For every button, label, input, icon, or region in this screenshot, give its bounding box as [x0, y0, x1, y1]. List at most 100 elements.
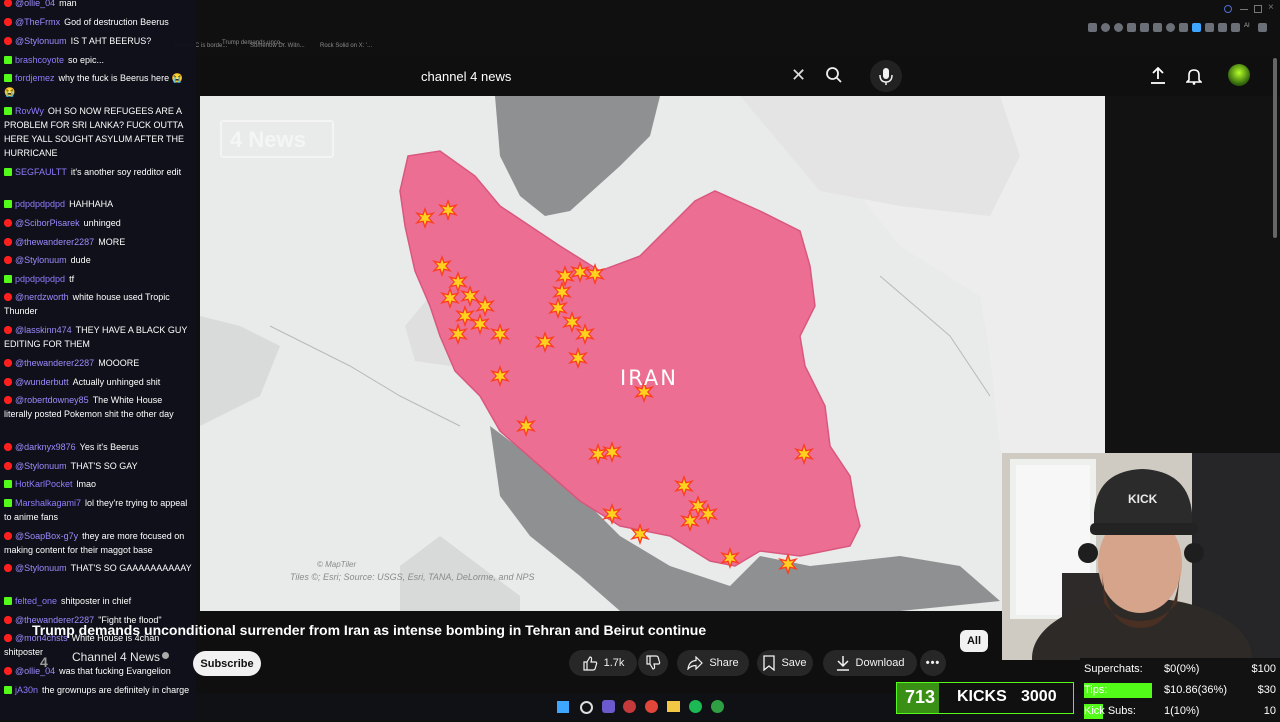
chat-username[interactable]: RovWy [15, 106, 44, 116]
subscribe-button[interactable]: Subscribe [193, 651, 261, 676]
close-window-icon[interactable]: × [1268, 2, 1274, 13]
extension-icon[interactable] [1192, 23, 1201, 32]
extension-icon[interactable] [1114, 23, 1123, 32]
youtube-badge-icon [4, 564, 12, 572]
chat-username[interactable]: @Stylonuum [15, 563, 67, 573]
chat-username[interactable]: @ollie_04 [15, 666, 55, 676]
scrollbar-thumb[interactable] [1273, 58, 1277, 238]
chat-username[interactable]: felted_one [15, 596, 57, 606]
chat-username[interactable]: @thewanderer2287 [15, 237, 94, 247]
filter-chip-all[interactable]: All [960, 630, 988, 652]
maximize-icon[interactable] [1254, 5, 1262, 13]
search-box[interactable]: ✕ [408, 60, 816, 92]
windows-start-icon[interactable] [557, 701, 569, 713]
chat-username[interactable]: Marshalkagami7 [15, 498, 81, 508]
video-pillarbox [1105, 96, 1280, 453]
notifications-bell-icon[interactable] [1185, 67, 1203, 90]
chat-text: God of destruction Beerus [64, 17, 169, 27]
chat-message: @TheFrmx God of destruction Beerus [4, 15, 192, 29]
chat-text: so epic... [68, 55, 105, 65]
chat-username[interactable]: @lasskinn474 [15, 325, 72, 335]
share-button[interactable]: Share [677, 650, 749, 676]
browser-tab[interactable]: Somehow Dr. Witn... [250, 43, 305, 49]
explosion-icon [490, 365, 510, 387]
chat-text: dude [70, 255, 91, 265]
explosion-icon [698, 503, 718, 525]
play-icon[interactable] [1153, 23, 1162, 32]
chat-username[interactable]: @SoapBox-g7y [15, 531, 78, 541]
chat-username[interactable]: @darknyx9876 [15, 442, 76, 452]
chat-username[interactable]: @TheFrmx [15, 17, 60, 27]
watermark-text: 4 News [230, 127, 306, 152]
chat-username[interactable]: @thewanderer2287 [15, 358, 94, 368]
channel-avatar[interactable]: 4 [40, 654, 52, 670]
youtube-badge-icon [4, 532, 12, 540]
chat-username[interactable]: jA30n [15, 685, 38, 695]
channel-name[interactable]: Channel 4 News [72, 650, 160, 664]
chat-message: fordjemez why the fuck is Beerus here 😭😭 [4, 71, 192, 99]
chat-text: shitposter in chief [61, 596, 132, 606]
youtube-badge-icon [4, 238, 12, 246]
menu-icon[interactable] [1258, 23, 1267, 32]
chat-username[interactable]: HotKarlPocket [15, 479, 73, 489]
more-actions-icon[interactable]: ••• [920, 650, 946, 676]
extension-icon[interactable] [1179, 23, 1188, 32]
file-explorer-icon[interactable] [667, 701, 680, 712]
dislike-button[interactable] [638, 650, 668, 676]
upload-icon[interactable] [1150, 66, 1166, 90]
map-attribution: Tiles ©; Esri; Source: USGS, Esri, TANA,… [290, 572, 535, 582]
search-icon[interactable] [825, 66, 843, 89]
ai-icon[interactable]: AI [1244, 23, 1253, 32]
clear-search-icon[interactable]: ✕ [791, 66, 806, 84]
kick-badge-icon [4, 275, 12, 283]
chat-username[interactable]: @Stylonuum [15, 255, 67, 265]
browser-tab[interactable]: Rock Solid on X: '... [320, 43, 372, 49]
puzzle-icon[interactable] [1218, 23, 1227, 32]
video-title: Trump demands unconditional surrender fr… [32, 622, 707, 638]
chat-message: felted_one shitposter in chief [4, 594, 192, 608]
chat-username[interactable]: brashcoyote [15, 55, 64, 65]
zoom-icon[interactable] [1088, 23, 1097, 32]
chat-username[interactable]: @nerdzworth [15, 292, 69, 302]
search-input[interactable] [408, 60, 768, 92]
kick-badge-icon [4, 499, 12, 507]
browser-icon[interactable] [623, 700, 636, 713]
chat-username[interactable]: @Stylonuum [15, 461, 67, 471]
taskbar-search-icon[interactable] [580, 701, 593, 714]
chat-username[interactable]: @SciborPisarek [15, 218, 80, 228]
heart-icon[interactable] [1166, 23, 1175, 32]
chat-username[interactable]: pdpdpdpdpd [15, 274, 65, 284]
like-button[interactable]: 1.7k [569, 650, 637, 676]
extension-icon[interactable] [1127, 23, 1136, 32]
shield-icon[interactable] [1140, 23, 1149, 32]
chat-message: @SoapBox-g7y they are more focused on mak… [4, 529, 192, 557]
minimize-icon[interactable] [1240, 9, 1248, 10]
chat-text: THAT'S SO GAAAAAAAAAAY [70, 563, 192, 573]
chat-username[interactable]: @ollie_04 [15, 0, 55, 8]
sidebar-icon[interactable] [1231, 23, 1240, 32]
chat-message: @lasskinn474 THEY HAVE A BLACK GUY EDITIN… [4, 323, 192, 351]
discord-icon[interactable] [602, 700, 615, 713]
download-button[interactable]: Download [823, 650, 917, 676]
spotify-icon[interactable] [689, 700, 702, 713]
download-icon [836, 656, 849, 671]
chat-username[interactable]: SEGFAULTT [15, 167, 67, 177]
donation-stats-panel: Superchats: $0(0%) $100 Tips: $10.86(36%) $30… [1080, 658, 1280, 720]
chat-message: @thewanderer2287 MORE [4, 235, 192, 249]
chat-username[interactable]: @wunderbutt [15, 377, 69, 387]
voice-search-button[interactable] [870, 60, 902, 92]
chat-username[interactable]: @robertdowney85 [15, 395, 89, 405]
chat-text: unhinged [83, 218, 121, 228]
chrome-icon[interactable] [645, 700, 658, 713]
chat-username[interactable]: @Stylonuum [15, 36, 67, 46]
video-player[interactable]: 4 News IRAN © MapTiler Tiles ©; Esri; So… [200, 96, 1105, 611]
extension-icon[interactable] [1101, 23, 1110, 32]
avatar[interactable] [1228, 64, 1250, 86]
save-button[interactable]: Save [757, 650, 813, 676]
search-icon[interactable] [1224, 5, 1232, 13]
kick-badge-icon [4, 200, 12, 208]
extension-icon[interactable] [1205, 23, 1214, 32]
chat-username[interactable]: pdpdpdpdpd [15, 199, 65, 209]
xbox-icon[interactable] [711, 700, 724, 713]
chat-username[interactable]: fordjemez [15, 73, 55, 83]
